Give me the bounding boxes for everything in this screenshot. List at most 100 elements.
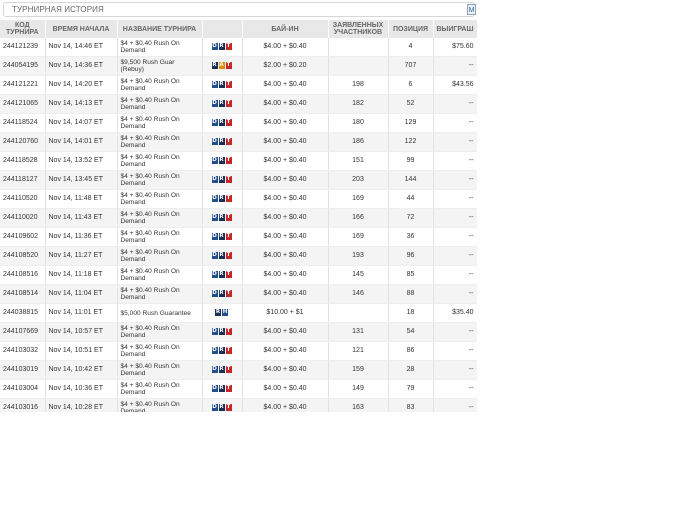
cell-position: 18 (388, 303, 434, 323)
column-header-entrants[interactable]: ЗАЯВЛЕННЫХ УЧАСТНИКОВ (328, 20, 389, 38)
table-row[interactable]: 244103016 Nov 14, 10:28 ET $4 + $0.40 Rush… (0, 398, 477, 412)
cell-winnings: -- (433, 208, 477, 228)
cell-start-time: Nov 14, 14:01 ET (45, 132, 118, 152)
table-row[interactable]: 244038815 Nov 14, 11:01 ET $5,000 Rush Gua… (0, 303, 477, 323)
table-row[interactable]: 244118528 Nov 14, 13:52 ET $4 + $0.40 Rush… (0, 151, 477, 171)
table-row[interactable]: 244121221 Nov 14, 14:20 ET $4 + $0.40 Rush… (0, 75, 477, 95)
badge-d-icon: D (211, 289, 218, 297)
cell-position: 36 (388, 227, 434, 247)
cell-position: 52 (388, 94, 434, 114)
cell-tournament-name: $9,500 Rush Guar (Rebuy) (117, 56, 203, 76)
cell-tournament-name: $4 + $0.40 Rush On Demand (117, 341, 203, 361)
table-row[interactable]: 244108520 Nov 14, 11:27 ET $4 + $0.40 Rush… (0, 246, 477, 266)
table-row[interactable]: 244121239 Nov 14, 14:46 ET $4 + $0.40 Rush… (0, 38, 477, 57)
badge-t-icon: T (225, 270, 232, 278)
cell-buyin: $4.00 + $0.40 (242, 284, 329, 304)
column-header-winnings[interactable]: ВЫИГРАШ (433, 20, 477, 38)
cell-position: 83 (388, 398, 434, 412)
badge-t-icon: T (225, 61, 232, 69)
cell-type-badges: DRT (202, 132, 243, 152)
cell-buyin: $4.00 + $0.40 (242, 132, 329, 152)
tournament-history-panel: ТУРНИРНАЯ ИСТОРИЯ M КОД ТУРНИРА ВРЕМЯ НА… (0, 0, 477, 412)
cell-type-badges: DRT (202, 284, 243, 304)
badge-d-icon: D (211, 251, 218, 259)
cell-winnings: -- (433, 227, 477, 247)
column-header-start-time[interactable]: ВРЕМЯ НАЧАЛА (45, 20, 118, 38)
badge-d-icon: D (211, 42, 218, 50)
column-header-position[interactable]: ПОЗИЦИЯ (388, 20, 434, 38)
table-row[interactable]: 244109602 Nov 14, 11:36 ET $4 + $0.40 Rush… (0, 227, 477, 247)
cell-tournament-name: $4 + $0.40 Rush On Demand (117, 360, 203, 380)
cell-entrants: 169 (328, 189, 389, 209)
cell-tournament-id: 244108516 (0, 265, 46, 285)
table-row[interactable]: 244108516 Nov 14, 11:18 ET $4 + $0.40 Rush… (0, 265, 477, 285)
cell-tournament-name: $4 + $0.40 Rush On Demand (117, 113, 203, 133)
table-row[interactable]: 244107669 Nov 14, 10:57 ET $4 + $0.40 Rush… (0, 322, 477, 342)
table-row[interactable]: 244103004 Nov 14, 10:36 ET $4 + $0.40 Rush… (0, 379, 477, 399)
cell-winnings: -- (433, 265, 477, 285)
cell-buyin: $4.00 + $0.40 (242, 227, 329, 247)
cell-entrants: 159 (328, 360, 389, 380)
cell-buyin: $2.00 + $0.20 (242, 56, 329, 76)
badge-d-icon: D (211, 232, 218, 240)
cell-type-badges: DRT (202, 341, 243, 361)
cell-buyin: $4.00 + $0.40 (242, 189, 329, 209)
cell-winnings: -- (433, 170, 477, 190)
cell-start-time: Nov 14, 14:20 ET (45, 75, 118, 95)
tournament-type-icons: DRT (211, 42, 233, 50)
cell-start-time: Nov 14, 11:04 ET (45, 284, 118, 304)
table-row[interactable]: 244118127 Nov 14, 13:45 ET $4 + $0.40 Rush… (0, 170, 477, 190)
cell-position: 707 (388, 56, 434, 76)
cell-entrants: 182 (328, 94, 389, 114)
cell-tournament-id: 244118528 (0, 151, 46, 171)
table-body: 244121239 Nov 14, 14:46 ET $4 + $0.40 Rush… (0, 38, 477, 412)
table-row[interactable]: 244121065 Nov 14, 14:13 ET $4 + $0.40 Rush… (0, 94, 477, 114)
cell-start-time: Nov 14, 10:42 ET (45, 360, 118, 380)
column-header-id[interactable]: КОД ТУРНИРА (0, 20, 46, 38)
cell-entrants: 146 (328, 284, 389, 304)
cell-buyin: $4.00 + $0.40 (242, 379, 329, 399)
cell-position: 28 (388, 360, 434, 380)
cell-entrants: 169 (328, 227, 389, 247)
cell-position: 99 (388, 151, 434, 171)
cell-type-badges: DRT (202, 227, 243, 247)
table-row[interactable]: 244103032 Nov 14, 10:51 ET $4 + $0.40 Rush… (0, 341, 477, 361)
cell-winnings: -- (433, 398, 477, 412)
window-control-icon[interactable]: M (467, 4, 476, 15)
table-row[interactable]: 244118524 Nov 14, 14:07 ET $4 + $0.40 Rush… (0, 113, 477, 133)
badge-r-icon: R (215, 308, 221, 316)
badge-d-icon: D (211, 118, 218, 126)
column-header-type[interactable] (202, 20, 243, 38)
column-header-name[interactable]: НАЗВАНИЕ ТУРНИРА (117, 20, 203, 38)
cell-tournament-id: 244121065 (0, 94, 46, 114)
cell-tournament-id: 244038815 (0, 303, 46, 323)
cell-entrants: 193 (328, 246, 389, 266)
column-header-buyin[interactable]: БАЙ-ИН (242, 20, 329, 38)
table-row[interactable]: 244103019 Nov 14, 10:42 ET $4 + $0.40 Rush… (0, 360, 477, 380)
cell-tournament-name: $4 + $0.40 Rush On Demand (117, 208, 203, 228)
cell-type-badges: RH (202, 303, 243, 323)
tournament-type-icons: DRT (211, 403, 233, 411)
badge-r-icon: R (218, 251, 225, 259)
cell-tournament-name: $4 + $0.40 Rush On Demand (117, 398, 203, 412)
table-row[interactable]: 244120760 Nov 14, 14:01 ET $4 + $0.40 Rush… (0, 132, 477, 152)
tournament-type-icons: RAT (211, 61, 233, 69)
badge-r-icon: R (218, 137, 225, 145)
badge-t-icon: T (225, 384, 232, 392)
tournament-type-icons: DRT (211, 118, 233, 126)
table-row[interactable]: 244054195 Nov 14, 14:36 ET $9,500 Rush Gua… (0, 56, 477, 76)
cell-tournament-id: 244103032 (0, 341, 46, 361)
cell-winnings: -- (433, 322, 477, 342)
tournament-type-icons: DRT (211, 270, 233, 278)
badge-r-icon: R (218, 156, 225, 164)
badge-t-icon: T (225, 42, 232, 50)
table-row[interactable]: 244108514 Nov 14, 11:04 ET $4 + $0.40 Rush… (0, 284, 477, 304)
cell-start-time: Nov 14, 14:46 ET (45, 38, 118, 57)
cell-entrants: 203 (328, 170, 389, 190)
cell-type-badges: DRT (202, 38, 243, 57)
cell-position: 144 (388, 170, 434, 190)
badge-r-icon: R (218, 270, 225, 278)
table-row[interactable]: 244110020 Nov 14, 11:43 ET $4 + $0.40 Rush… (0, 208, 477, 228)
badge-d-icon: D (211, 270, 218, 278)
table-row[interactable]: 244110520 Nov 14, 11:48 ET $4 + $0.40 Rush… (0, 189, 477, 209)
